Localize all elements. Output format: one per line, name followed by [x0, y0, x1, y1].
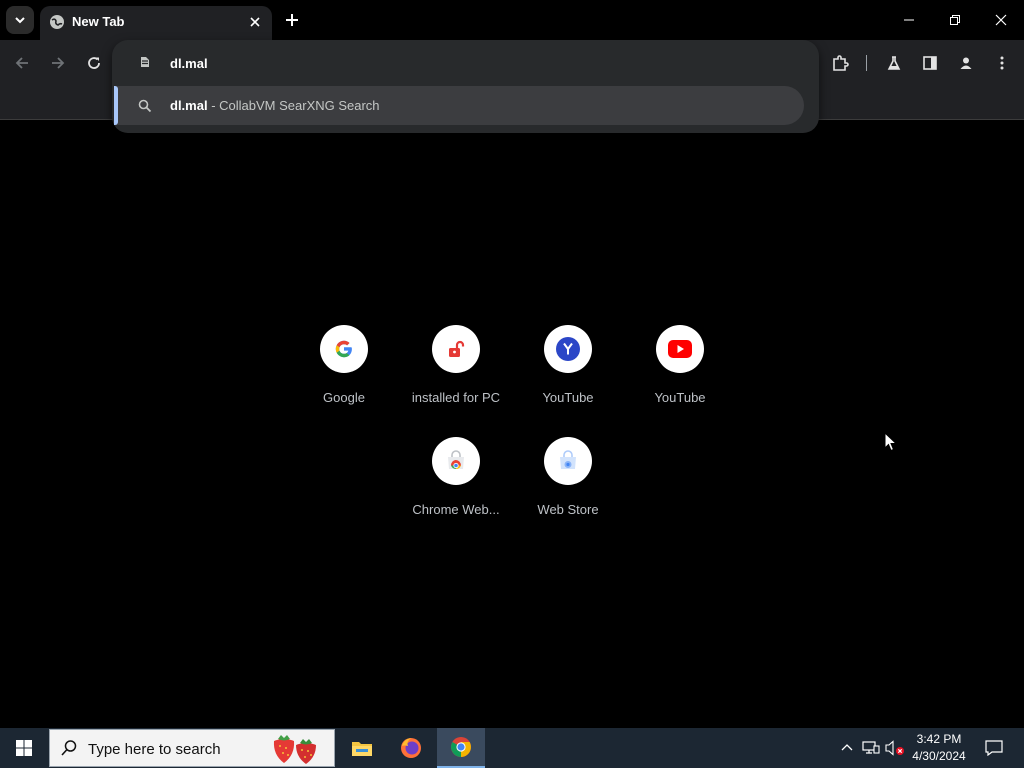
google-icon: [335, 340, 352, 358]
profile-button[interactable]: [953, 50, 979, 76]
suggestion-text: dl.mal - CollabVM SearXNG Search: [170, 98, 380, 113]
shortcut-label: YouTube: [654, 390, 706, 405]
chrome-web-store-icon: [448, 450, 464, 469]
close-window-button[interactable]: [978, 0, 1024, 40]
site-info-icon: [141, 57, 149, 67]
taskbar-search-box[interactable]: Type here to search: [49, 729, 335, 767]
chevron-down-icon: [15, 17, 25, 24]
suggestion-focus-indicator: [114, 86, 118, 125]
windows-logo-icon: [16, 740, 32, 756]
shortcut-tile-installed-for-pc[interactable]: installed for PC: [400, 325, 512, 437]
tab-strip: New Tab: [0, 0, 1024, 40]
chevron-up-icon: [841, 744, 853, 751]
shortcut-tile-youtube-y[interactable]: YouTube: [512, 325, 624, 437]
suggestion-separator: -: [207, 98, 220, 113]
shortcut-icon-circle: [320, 325, 368, 373]
labs-button[interactable]: [881, 50, 907, 76]
firefox-icon: [401, 738, 421, 758]
shortcut-icon-circle: [544, 325, 592, 373]
search-icon: [61, 740, 77, 756]
menu-button[interactable]: [989, 50, 1015, 76]
puzzle-piece-icon: [833, 55, 849, 71]
network-icon: [862, 741, 880, 754]
start-button[interactable]: [0, 728, 48, 768]
omnibox-suggestion[interactable]: dl.mal - CollabVM SearXNG Search: [114, 86, 804, 125]
chrome-icon: [451, 737, 471, 757]
shortcut-icon-circle: [544, 437, 592, 485]
extensions-button[interactable]: [827, 50, 853, 76]
unlocked-padlock-icon: [449, 340, 465, 357]
web-store-icon: [560, 450, 576, 469]
reload-icon: [88, 57, 100, 69]
shortcut-label: installed for PC: [411, 390, 501, 405]
tab-title: New Tab: [72, 14, 125, 29]
shortcut-icon-circle: [656, 325, 704, 373]
strawberries-icon: [273, 735, 316, 764]
search-placeholder: Type here to search: [88, 741, 221, 758]
omnibox-input[interactable]: [170, 53, 730, 73]
shortcut-tile-chrome-web-store[interactable]: Chrome Web...: [400, 437, 512, 549]
reload-button[interactable]: [81, 50, 107, 76]
suggestion-query: dl.mal: [170, 98, 208, 113]
shortcut-tile-web-store[interactable]: Web Store: [512, 437, 624, 549]
tray-show-hidden-button[interactable]: [837, 738, 857, 758]
close-icon: [995, 14, 1007, 26]
taskbar-clock[interactable]: 3:42 PM 4/30/2024: [908, 731, 970, 765]
forward-button[interactable]: [45, 50, 71, 76]
new-tab-button[interactable]: [280, 8, 304, 32]
kebab-menu-icon: [1000, 56, 1004, 70]
shortcut-label: Google: [323, 390, 365, 405]
tab-search-button[interactable]: [6, 6, 34, 34]
shortcut-icon-circle: [432, 437, 480, 485]
restore-icon: [950, 15, 960, 25]
suggestion-engine: CollabVM SearXNG Search: [219, 98, 380, 113]
taskbar-file-explorer[interactable]: [338, 728, 386, 768]
flask-icon: [887, 56, 901, 70]
side-panel-icon: [923, 56, 937, 70]
youtube-icon: [668, 340, 692, 358]
mouse-cursor-icon: [884, 432, 898, 452]
shortcut-icon-circle: [432, 325, 480, 373]
y-letter-icon: [556, 337, 580, 361]
globe-icon: [50, 15, 64, 29]
tray-network-button[interactable]: [861, 738, 881, 758]
shortcut-tile-youtube[interactable]: YouTube: [624, 325, 736, 437]
file-explorer-icon: [352, 742, 372, 756]
tab-close-button[interactable]: [246, 13, 264, 31]
shortcut-label: Chrome Web...: [412, 502, 500, 517]
plus-icon: [286, 14, 298, 26]
tray-volume-button[interactable]: [885, 738, 905, 758]
notification-center-button[interactable]: [976, 728, 1012, 768]
person-icon: [960, 57, 972, 69]
taskbar-firefox[interactable]: [387, 728, 435, 768]
taskbar-chrome[interactable]: [437, 728, 485, 768]
minimize-icon: [904, 19, 914, 21]
windows-taskbar: Type here to search 3:42 PM 4/30/2024: [0, 728, 1024, 768]
notification-icon: [985, 740, 1003, 756]
clock-date: 4/30/2024: [912, 749, 966, 763]
close-icon: [250, 17, 260, 27]
back-button[interactable]: [9, 50, 35, 76]
shortcut-label: Web Store: [537, 502, 599, 517]
arrow-right-icon: [52, 57, 65, 69]
shortcut-label: YouTube: [542, 390, 594, 405]
shortcut-tile-google[interactable]: Google: [288, 325, 400, 437]
tab-new-tab[interactable]: New Tab: [40, 6, 272, 40]
omnibox-dropdown: dl.mal - CollabVM SearXNG Search: [112, 40, 819, 133]
side-panel-button[interactable]: [917, 50, 943, 76]
volume-muted-icon: [885, 740, 904, 756]
arrow-left-icon: [15, 57, 28, 69]
toolbar-separator: [866, 55, 867, 71]
search-icon: [138, 99, 152, 113]
restore-button[interactable]: [932, 0, 978, 40]
clock-time: 3:42 PM: [916, 732, 962, 746]
minimize-button[interactable]: [886, 0, 932, 40]
